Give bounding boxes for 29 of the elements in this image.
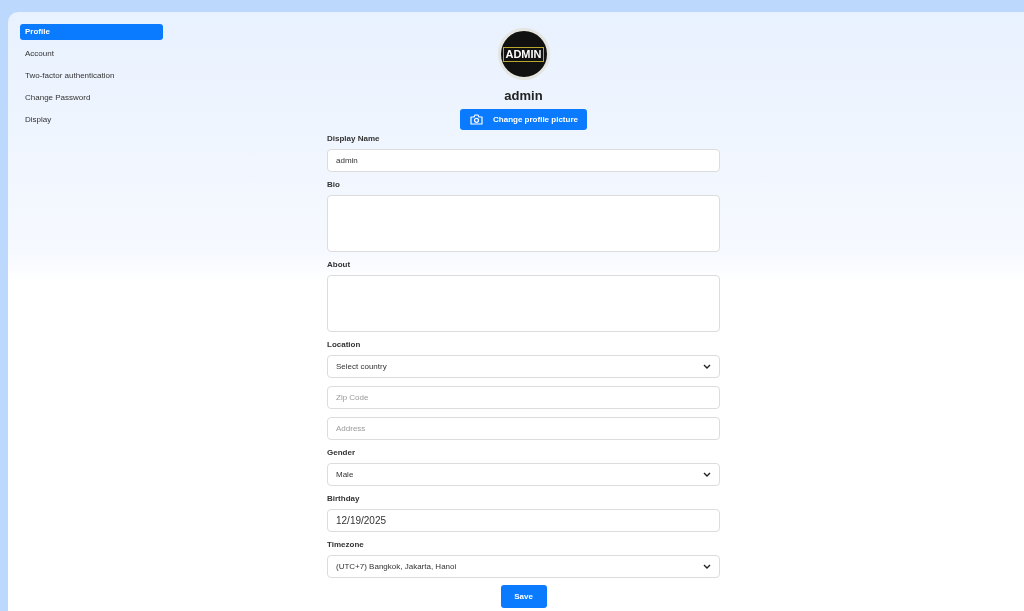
field-label: Display Name <box>327 134 381 144</box>
camera-icon <box>470 114 484 125</box>
field-label: Timezone <box>327 540 365 550</box>
field-label: Bio <box>327 180 341 190</box>
chevron-down-icon <box>703 564 711 569</box>
select-field[interactable]: Male <box>327 463 720 486</box>
input-field[interactable]: Address <box>327 417 720 440</box>
select-field[interactable]: Select country <box>327 355 720 378</box>
chevron-down-icon <box>703 472 711 477</box>
sidebar-item[interactable]: Display <box>20 112 163 128</box>
user-name: admin <box>504 88 543 103</box>
field-label: Location <box>327 340 362 350</box>
field-label: Gender <box>327 448 356 458</box>
select-field[interactable]: (UTC+7) Bangkok, Jakarta, Hanoi <box>327 555 720 578</box>
sidebar-item[interactable]: Two-factor authentication <box>20 68 163 84</box>
save-button[interactable]: Save <box>500 585 547 608</box>
field-label: About <box>327 260 352 270</box>
text-area[interactable] <box>327 275 720 332</box>
sidebar-item[interactable]: Change Password <box>20 90 163 106</box>
sidebar-item[interactable]: Account <box>20 46 163 62</box>
input-field[interactable]: admin <box>327 149 720 172</box>
field-label: Birthday <box>327 494 361 504</box>
chevron-down-icon <box>703 364 711 369</box>
sidebar-item[interactable]: Profile <box>20 24 163 40</box>
text-area[interactable] <box>327 195 720 252</box>
change-picture-button[interactable]: Change profile picture <box>460 109 587 130</box>
date-field[interactable]: 12/19/2025 <box>327 509 720 532</box>
input-field[interactable]: Zip Code <box>327 386 720 409</box>
avatar-logo: ADMIN <box>497 28 550 80</box>
